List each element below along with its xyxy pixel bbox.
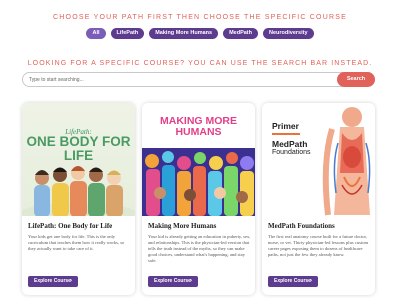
chevron-right-icon: › [310, 278, 312, 284]
filter-neurodiversity[interactable]: Neurodiversity [262, 28, 314, 39]
course-image-making-more-humans: MAKING MORE HUMANS [142, 103, 255, 216]
course-description: Your kid is already getting an education… [148, 234, 251, 263]
filter-chips: All LifePath Making More Humans MedPath … [0, 28, 400, 39]
image-sub-text: Foundations [272, 149, 311, 156]
search-input[interactable] [29, 73, 329, 86]
explore-label: Explore Course [154, 278, 191, 284]
filter-making-more-humans[interactable]: Making More Humans [149, 28, 219, 39]
course-title: MedPath Foundations [268, 222, 335, 230]
explore-course-button[interactable]: Explore Course › [148, 276, 198, 287]
course-description: The first real anatomy course built for … [268, 234, 369, 257]
filter-medpath[interactable]: MedPath [223, 28, 258, 39]
course-title: Making More Humans [148, 222, 217, 230]
anatomy-illustration [322, 107, 371, 216]
course-card-making-more-humans: MAKING MORE HUMANS Making More Humans Yo… [142, 103, 255, 295]
explore-course-button[interactable]: Explore Course › [268, 276, 318, 287]
search-button[interactable]: Search [337, 72, 375, 87]
accent-bar [272, 133, 300, 135]
course-card-medpath: Primer MedPath Foundations MedPath Found… [262, 103, 375, 295]
filter-all[interactable]: All [86, 28, 106, 39]
course-description: Your kids get one body for life. This is… [28, 234, 125, 251]
kids-illustration [22, 166, 135, 216]
search-bar: Search [22, 72, 375, 87]
chevron-right-icon: › [70, 278, 72, 284]
explore-course-button[interactable]: Explore Course › [28, 276, 78, 287]
course-card-lifepath: LifePath: ONE BODY FOR LIFE LifePath: On… [22, 103, 135, 295]
course-cards: LifePath: ONE BODY FOR LIFE LifePath: On… [22, 103, 380, 300]
course-title: LifePath: One Body for Life [28, 222, 113, 230]
explore-label: Explore Course [34, 278, 71, 284]
chevron-right-icon: › [190, 278, 192, 284]
image-primer-text: Primer [272, 121, 299, 131]
path-heading: CHOOSE YOUR PATH FIRST THEN CHOOSE THE S… [53, 14, 347, 21]
course-image-medpath: Primer MedPath Foundations [262, 103, 375, 216]
image-brand-text: MedPath [272, 139, 308, 149]
course-image-lifepath: LifePath: ONE BODY FOR LIFE [22, 103, 135, 216]
explore-label: Explore Course [274, 278, 311, 284]
filter-lifepath[interactable]: LifePath [110, 28, 145, 39]
crowd-illustration [142, 148, 255, 216]
search-heading: LOOKING FOR A SPECIFIC COURSE? YOU CAN U… [27, 60, 373, 67]
